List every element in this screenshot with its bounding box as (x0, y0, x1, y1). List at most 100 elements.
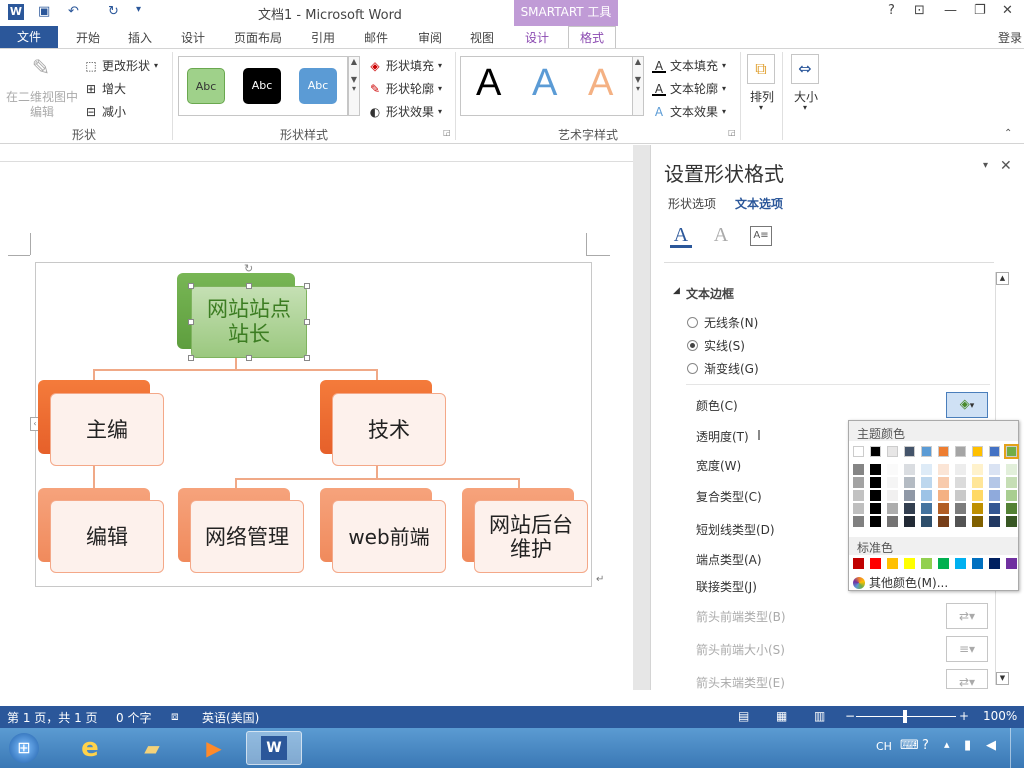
resize-handle[interactable] (304, 355, 310, 361)
node-web-frontend[interactable]: web前端 (332, 500, 446, 573)
dialog-launcher-icon[interactable]: ◲ (728, 128, 736, 137)
tray-overflow-icon[interactable]: ▴ (944, 738, 950, 751)
node-backend[interactable]: 网站后台 维护 (474, 500, 588, 573)
radio-no-line[interactable]: 无线条(N) (687, 314, 758, 331)
resize-handle[interactable] (304, 283, 310, 289)
ime-indicator[interactable]: CH (876, 740, 892, 753)
theme-color-shade[interactable] (972, 516, 983, 527)
show-desktop-button[interactable] (1010, 728, 1024, 768)
node-jishu[interactable]: 技术 (332, 393, 446, 466)
theme-color-shade[interactable] (955, 516, 966, 527)
text-fill-button[interactable]: A 文本填充 ▾ (652, 57, 726, 74)
tab-format[interactable]: 格式 (568, 26, 616, 49)
theme-color-shade[interactable] (1006, 490, 1017, 501)
ie-icon[interactable]: e (62, 731, 118, 765)
theme-color-shade[interactable] (1006, 503, 1017, 514)
arrow-begin-type-button[interactable]: ⇄▾ (946, 603, 988, 629)
theme-color-shade[interactable] (887, 464, 898, 475)
language[interactable]: 英语(美国) (202, 709, 259, 726)
resize-handle[interactable] (304, 319, 310, 325)
restore-icon[interactable]: ❐ (974, 3, 986, 18)
tab-mailings[interactable]: 邮件 (364, 29, 388, 46)
theme-color-shade[interactable] (870, 503, 881, 514)
zoom-level[interactable]: 100% (983, 709, 1017, 723)
text-fill-outline-icon[interactable]: A (670, 224, 692, 248)
dialog-launcher-icon[interactable]: ◲ (443, 128, 451, 137)
node-zhubian[interactable]: 主编 (50, 393, 164, 466)
theme-color-shade[interactable] (938, 464, 949, 475)
minimize-icon[interactable]: — (944, 3, 957, 18)
zoom-out-icon[interactable]: − (845, 709, 855, 723)
resize-handle[interactable] (246, 355, 252, 361)
collapse-ribbon-icon[interactable]: ⌃ (1004, 128, 1012, 139)
proofing-icon[interactable]: ⧈ (171, 709, 179, 724)
textbox-icon[interactable]: A≡ (750, 226, 772, 246)
help-tray-icon[interactable]: ? (922, 738, 929, 753)
theme-color-shade[interactable] (921, 516, 932, 527)
theme-color-swatch[interactable] (1004, 444, 1019, 459)
tab-review[interactable]: 审阅 (418, 29, 442, 46)
theme-color-shade[interactable] (955, 490, 966, 501)
theme-color-shade[interactable] (921, 490, 932, 501)
theme-color-swatch[interactable] (853, 446, 864, 457)
standard-color-swatch[interactable] (870, 558, 881, 569)
transparency-slider[interactable] (758, 430, 760, 440)
print-layout-icon[interactable]: ▦ (776, 709, 787, 723)
theme-color-shade[interactable] (972, 503, 983, 514)
tab-shape-options[interactable]: 形状选项 (668, 195, 716, 212)
tab-references[interactable]: 引用 (311, 29, 335, 46)
theme-color-swatch[interactable] (870, 446, 881, 457)
login-link[interactable]: 登录 (998, 29, 1022, 46)
standard-color-swatch[interactable] (938, 558, 949, 569)
scroll-down-icon[interactable]: ▼ (996, 672, 1009, 685)
theme-color-shade[interactable] (938, 477, 949, 488)
tab-insert[interactable]: 插入 (128, 29, 152, 46)
pane-options-icon[interactable]: ▾ (983, 160, 988, 171)
wordart-blue[interactable]: A (532, 62, 557, 105)
zoom-slider-thumb[interactable] (903, 710, 907, 723)
theme-color-shade[interactable] (904, 490, 915, 501)
theme-color-shade[interactable] (887, 503, 898, 514)
theme-color-shade[interactable] (887, 516, 898, 527)
theme-color-shade[interactable] (921, 503, 932, 514)
theme-color-swatch[interactable] (904, 446, 915, 457)
standard-color-swatch[interactable] (955, 558, 966, 569)
network-icon[interactable]: ▮ (964, 738, 971, 753)
theme-color-shade[interactable] (887, 477, 898, 488)
standard-color-swatch[interactable] (853, 558, 864, 569)
theme-color-shade[interactable] (989, 477, 1000, 488)
theme-color-shade[interactable] (921, 477, 932, 488)
resize-handle[interactable] (188, 283, 194, 289)
tab-smartart-design[interactable]: 设计 (525, 29, 549, 46)
theme-color-shade[interactable] (989, 503, 1000, 514)
word-count[interactable]: 0 个字 (116, 709, 151, 726)
standard-color-swatch[interactable] (1006, 558, 1017, 569)
theme-color-shade[interactable] (955, 464, 966, 475)
edit-2d-button[interactable]: 在二维视图中编辑 (4, 90, 80, 120)
arrow-begin-size-button[interactable]: ≡▾ (946, 636, 988, 662)
theme-color-shade[interactable] (887, 490, 898, 501)
theme-color-shade[interactable] (870, 464, 881, 475)
style-black[interactable]: Abc (243, 68, 281, 104)
theme-color-shade[interactable] (972, 490, 983, 501)
shape-outline-button[interactable]: ✎ 形状轮廓 ▾ (368, 80, 442, 97)
tab-home[interactable]: 开始 (76, 29, 100, 46)
undo-icon[interactable]: ↶ (68, 4, 79, 19)
redo-icon[interactable]: ↻ (108, 4, 119, 19)
theme-color-shade[interactable] (989, 464, 1000, 475)
save-icon[interactable]: ▣ (38, 4, 50, 19)
explorer-icon[interactable]: ▰ (124, 731, 180, 765)
theme-color-shade[interactable] (989, 516, 1000, 527)
tab-view[interactable]: 视图 (470, 29, 494, 46)
arrow-end-type-button[interactable]: ⇄▾ (946, 669, 988, 689)
web-layout-icon[interactable]: ▥ (814, 709, 825, 723)
color-picker-button[interactable]: ◈▾ (946, 392, 988, 418)
theme-color-shade[interactable] (853, 490, 864, 501)
theme-color-shade[interactable] (853, 477, 864, 488)
theme-color-shade[interactable] (904, 516, 915, 527)
theme-color-shade[interactable] (921, 464, 932, 475)
theme-color-swatch[interactable] (938, 446, 949, 457)
text-effects-button[interactable]: A 文本效果 ▾ (652, 103, 726, 120)
theme-color-shade[interactable] (972, 464, 983, 475)
theme-color-shade[interactable] (853, 516, 864, 527)
